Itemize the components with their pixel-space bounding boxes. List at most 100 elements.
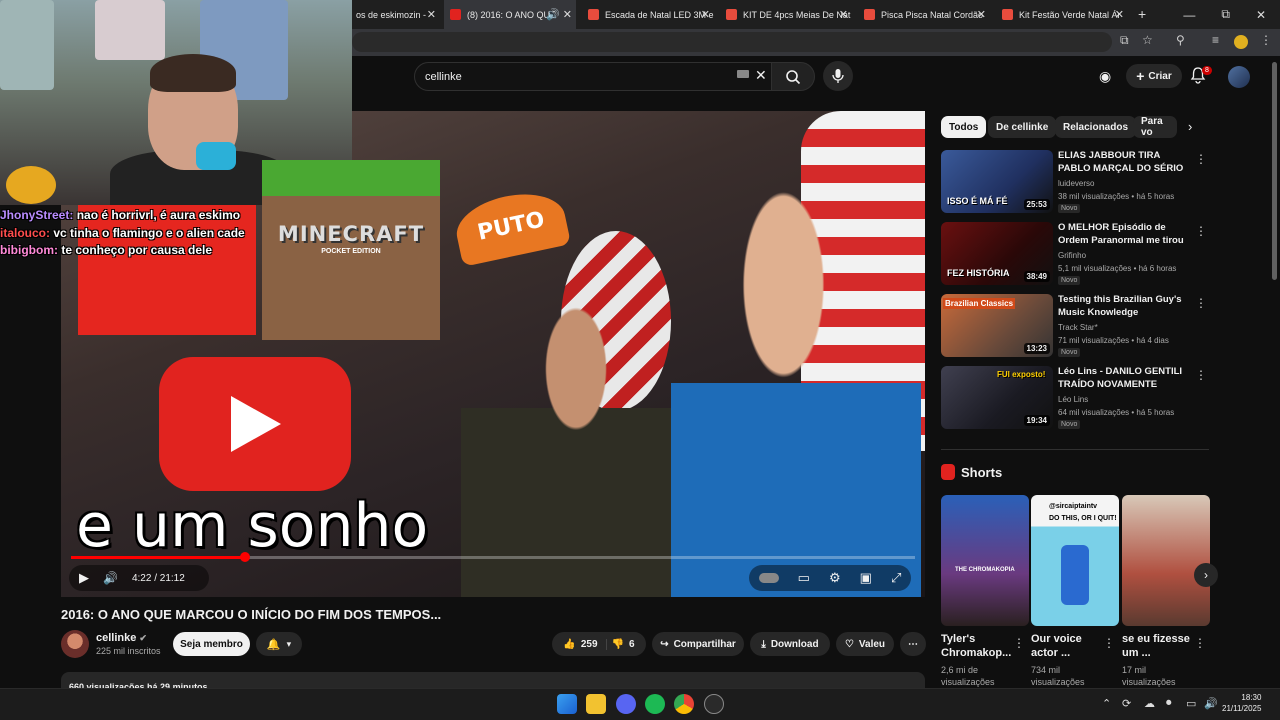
channel-avatar[interactable] — [61, 630, 89, 658]
subtitles-icon[interactable]: ▭ — [798, 570, 810, 586]
close-icon[interactable]: ✕ — [427, 8, 436, 21]
autoplay-toggle[interactable] — [758, 573, 779, 583]
short-thumbnail[interactable]: THE CHROMAKOPIA — [941, 495, 1029, 626]
more-vertical-icon[interactable]: ⋮ — [1013, 636, 1025, 650]
network-icon[interactable]: ⟳ — [1122, 697, 1131, 710]
more-actions-button[interactable]: ⋯ — [900, 632, 926, 656]
microphone-tray-icon[interactable]: ⏺ — [1166, 697, 1172, 710]
recommended-video[interactable]: FEZ HISTÓRIA 38:49 O MELHOR Episódio de … — [941, 222, 1211, 288]
maximize-button[interactable]: ⧉ — [1221, 7, 1230, 22]
more-vertical-icon[interactable]: ⋮ — [1195, 296, 1207, 310]
tab-youtube-active[interactable]: (8) 2016: O ANO QUE 🔊 ✕ — [444, 0, 576, 29]
plus-icon: + — [1136, 68, 1145, 84]
bookmark-star-icon[interactable]: ☆ — [1142, 33, 1153, 47]
search-button[interactable] — [771, 62, 815, 91]
shorts-next-button[interactable]: › — [1194, 563, 1218, 587]
clear-search-icon[interactable]: ✕ — [755, 67, 767, 84]
spotify-icon[interactable] — [645, 694, 665, 714]
keyboard-icon[interactable] — [737, 70, 749, 78]
media-icon[interactable]: ≡ — [1212, 33, 1219, 47]
recommended-video[interactable]: FUI exposto! 19:34 Léo Lins - DANILO GEN… — [941, 366, 1211, 432]
create-button[interactable]: + Criar — [1126, 64, 1182, 88]
close-icon[interactable]: ✕ — [701, 8, 710, 21]
speaker-icon[interactable]: 🔊 — [546, 8, 560, 21]
recommended-video[interactable]: ISSO É MÁ FÉ 25:53 ELIAS JABBOUR TIRA PA… — [941, 150, 1211, 216]
extensions-icon[interactable]: ⚲ — [1176, 33, 1185, 47]
short-title[interactable]: Our voice actor ... — [1031, 632, 1111, 660]
eye-icon[interactable]: ◉ — [1099, 68, 1111, 85]
minimize-button[interactable]: — — [1183, 8, 1195, 22]
recommended-video[interactable]: Brazilian Classics 13:23 Testing this Br… — [941, 294, 1211, 360]
window-controls: — ⧉ ✕ — [1183, 0, 1280, 29]
address-bar[interactable] — [352, 32, 1112, 52]
search-box[interactable]: ✕ — [414, 62, 772, 91]
join-member-button[interactable]: Seja membro — [173, 632, 250, 656]
chip-for-you[interactable]: Para vo — [1133, 116, 1177, 138]
new-tab-button[interactable]: + — [1138, 6, 1146, 22]
scrollbar[interactable] — [1272, 62, 1277, 280]
account-avatar[interactable] — [1228, 66, 1250, 88]
close-icon[interactable]: ✕ — [1115, 8, 1124, 21]
tab-eskimozin[interactable]: os de eskimozin - ✕ — [352, 0, 440, 29]
tab-escada-natal[interactable]: Escada de Natal LED 3M e ✕ — [584, 0, 714, 29]
search-input[interactable] — [425, 69, 725, 85]
display-icon[interactable]: ▭ — [1186, 697, 1196, 710]
close-icon[interactable]: ✕ — [977, 8, 986, 21]
share-button[interactable]: ↪ Compartilhar — [652, 632, 744, 656]
file-explorer-icon[interactable] — [586, 694, 606, 714]
progress-scrubber[interactable] — [239, 552, 250, 562]
cloud-icon[interactable]: ☁ — [1144, 697, 1155, 710]
download-label: Download — [770, 638, 819, 650]
create-label: Criar — [1148, 70, 1172, 82]
play-icon[interactable]: ▶ — [79, 570, 89, 586]
thanks-button[interactable]: ♡ Valeu — [836, 632, 894, 656]
close-window-button[interactable]: ✕ — [1256, 8, 1266, 22]
more-vertical-icon[interactable]: ⋮ — [1195, 224, 1207, 238]
channel-name-text: cellinke — [96, 632, 137, 644]
start-windows-icon[interactable] — [557, 694, 577, 714]
app-icon[interactable] — [704, 694, 724, 714]
new-badge: Novo — [1058, 348, 1081, 357]
heart-dollar-icon: ♡ — [844, 638, 854, 650]
profile-avatar[interactable] — [1234, 35, 1248, 49]
subscription-bell-button[interactable]: 🔔 ▾ — [256, 632, 302, 656]
more-vertical-icon[interactable]: ⋮ — [1103, 636, 1115, 650]
chip-related[interactable]: Relacionados — [1055, 116, 1137, 138]
more-vertical-icon[interactable]: ⋮ — [1194, 636, 1206, 650]
more-vertical-icon[interactable]: ⋮ — [1195, 152, 1207, 166]
volume-icon[interactable]: 🔊 — [103, 571, 118, 585]
short-thumb-text: DO THIS, OR I QUIT! — [1049, 515, 1117, 522]
system-clock[interactable]: 18:30 21/11/2025 — [1222, 692, 1261, 714]
chip-all[interactable]: Todos — [941, 116, 987, 138]
voice-search-button[interactable] — [823, 61, 853, 91]
miniplayer-icon[interactable]: ▣ — [860, 570, 872, 586]
dislike-button[interactable]: 👎 6 — [612, 639, 635, 650]
fullscreen-icon[interactable]: ⤢ — [891, 570, 901, 586]
chevron-up-icon[interactable]: ⌃ — [1102, 697, 1111, 710]
taskbar — [0, 688, 1280, 720]
microphone-icon — [832, 69, 844, 83]
short-thumbnail[interactable]: @sircaiptaintv DO THIS, OR I QUIT! — [1031, 495, 1119, 626]
microphone — [196, 142, 236, 170]
close-icon[interactable]: ✕ — [563, 8, 572, 21]
channel-name[interactable]: cellinke ✔ — [96, 632, 147, 644]
short-title[interactable]: Tyler's Chromakop... — [941, 632, 1021, 660]
short-title[interactable]: se eu fizesse um ... — [1122, 632, 1202, 660]
chip-from-channel[interactable]: De cellinke — [988, 116, 1057, 138]
discord-icon[interactable] — [616, 694, 636, 714]
cast-icon[interactable]: ⧉ — [1120, 33, 1129, 48]
chevron-right-icon[interactable]: › — [1188, 119, 1192, 134]
tab-pisca-pisca[interactable]: Pisca Pisca Natal Cordão ✕ — [860, 0, 990, 29]
close-icon[interactable]: ✕ — [839, 8, 848, 21]
chrome-icon[interactable] — [674, 694, 694, 714]
tab-kit-meias[interactable]: KIT DE 4pcs Meias De Nat ✕ — [722, 0, 852, 29]
volume-tray-icon[interactable]: 🔊 — [1204, 697, 1218, 710]
tab-label: Escada de Natal LED 3M e — [605, 9, 714, 20]
menu-dots-icon[interactable]: ⋮ — [1260, 33, 1272, 47]
settings-gear-icon[interactable]: ⚙ — [829, 570, 841, 586]
short-thumbnail[interactable] — [1122, 495, 1210, 626]
like-button[interactable]: 👍 259 — [563, 638, 607, 650]
tab-kit-festao[interactable]: Kit Festão Verde Natal Ár ✕ — [998, 0, 1128, 29]
download-button[interactable]: ⤓ Download — [750, 632, 830, 656]
more-vertical-icon[interactable]: ⋮ — [1195, 368, 1207, 382]
